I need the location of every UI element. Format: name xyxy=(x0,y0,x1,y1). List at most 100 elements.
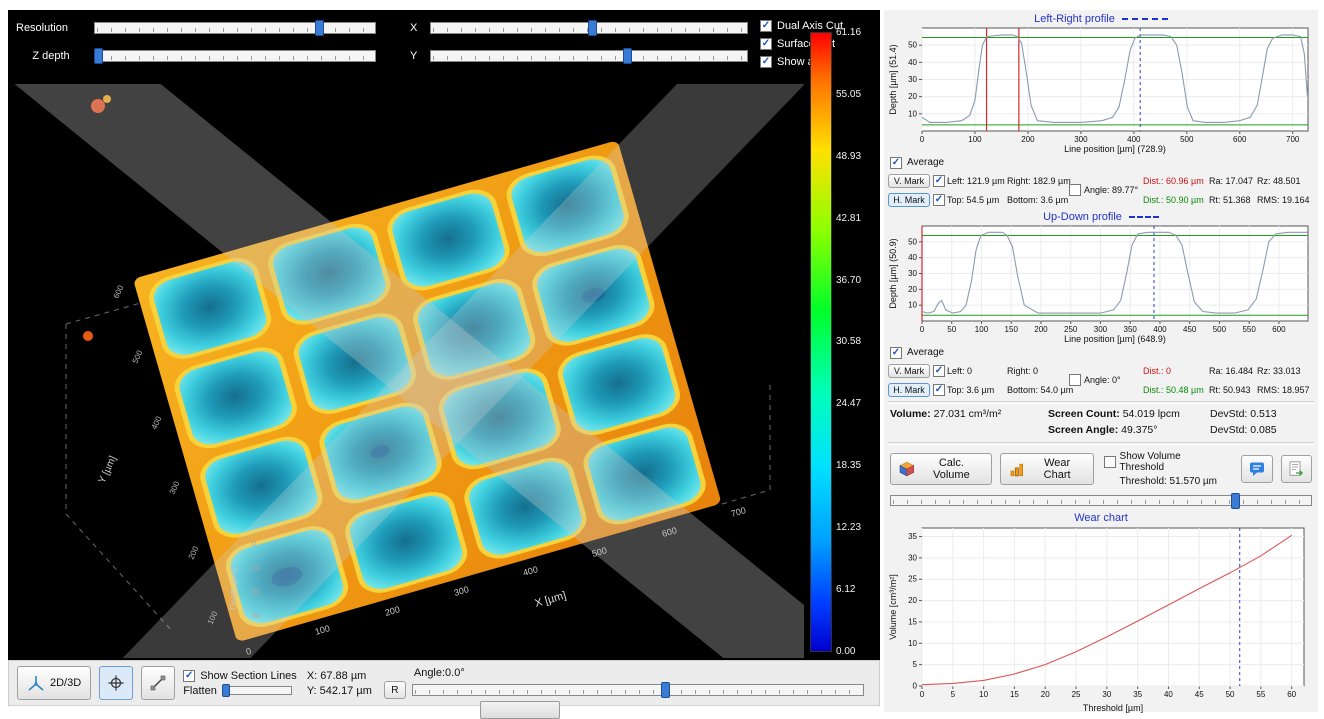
color-gradient xyxy=(810,32,832,652)
wear-chart-button[interactable]: Wear Chart xyxy=(1000,453,1093,485)
volume-label: Volume: xyxy=(890,408,931,420)
y-slider-row: Y xyxy=(410,50,748,62)
h-mark-checkbox[interactable] xyxy=(933,194,945,206)
screen-count-devstd: DevStd: 0.513 xyxy=(1210,408,1312,420)
export-report-button[interactable] xyxy=(1281,455,1312,483)
up-down-profile-chart[interactable]: 0501001502002503003504004505005506001020… xyxy=(888,223,1314,345)
svg-text:50: 50 xyxy=(1226,690,1235,699)
svg-text:200: 200 xyxy=(187,544,201,560)
y-axis-label-3d: Y [µm] xyxy=(97,454,119,485)
svg-text:60: 60 xyxy=(252,611,260,620)
svg-text:300: 300 xyxy=(1074,135,1088,144)
v-mark-button[interactable]: V. Mark xyxy=(888,174,930,188)
rt-value: Rt: 51.368 xyxy=(1209,192,1255,207)
average-checkbox[interactable] xyxy=(890,157,902,169)
v-mark-button[interactable]: V. Mark xyxy=(888,364,930,378)
calc-volume-button[interactable]: Calc. Volume xyxy=(890,453,992,485)
h-mark-checkbox[interactable] xyxy=(933,384,945,396)
flatten-slider[interactable] xyxy=(222,686,292,695)
angle-control-group: Angle:0.0° R xyxy=(384,667,871,699)
depth-axis-label-3d: Depth [µm] xyxy=(228,568,238,610)
slider-handle[interactable] xyxy=(623,48,632,64)
svg-text:500: 500 xyxy=(1213,325,1227,334)
show-volume-threshold-option[interactable]: Show Volume Threshold xyxy=(1104,451,1226,473)
profile2-average-row: Average xyxy=(888,345,1314,360)
svg-text:500: 500 xyxy=(131,348,145,364)
svg-text:100: 100 xyxy=(968,135,982,144)
slider-handle[interactable] xyxy=(315,20,324,36)
svg-text:600: 600 xyxy=(1272,325,1286,334)
zdepth-label: Z depth xyxy=(16,50,86,62)
slider-handle[interactable] xyxy=(588,20,597,36)
zdepth-slider[interactable] xyxy=(94,50,376,62)
slider-ticks xyxy=(97,56,373,60)
wear-chart[interactable]: 05101520253035404550556005101520253035Th… xyxy=(888,524,1314,714)
colorbar-label: 12.23 xyxy=(836,522,861,533)
viewport-3d-stage: Resolution Z depth X Y xyxy=(8,10,880,660)
cropped-button[interactable] xyxy=(480,701,560,719)
surface-hotspot xyxy=(83,331,93,341)
right-mark-value: Right: 0 xyxy=(1007,366,1067,376)
v-mark-checkbox[interactable] xyxy=(933,175,945,187)
screen-angle-devstd: DevStd: 0.085 xyxy=(1210,424,1312,436)
slider-handle[interactable] xyxy=(222,684,230,697)
divider xyxy=(888,401,1314,404)
svg-text:600: 600 xyxy=(112,283,126,299)
svg-text:300: 300 xyxy=(453,584,470,598)
slider-handle[interactable] xyxy=(1231,493,1240,509)
slider-handle[interactable] xyxy=(661,682,670,698)
h-mark-button[interactable]: H. Mark xyxy=(888,193,930,207)
dual-axis-cut-checkbox[interactable] xyxy=(760,20,772,32)
left-right-profile-chart[interactable]: 01002003004005006007001020304050Line pos… xyxy=(888,25,1314,155)
svg-text:Line position [µm] (648.9): Line position [µm] (648.9) xyxy=(1064,334,1166,344)
svg-text:400: 400 xyxy=(522,564,539,578)
threshold-value: Threshold: 51.570 µm xyxy=(1104,476,1226,487)
angle-checkbox[interactable] xyxy=(1069,374,1081,386)
view-2d3d-toggle-button[interactable]: 2D/3D xyxy=(17,666,91,700)
svg-text:700: 700 xyxy=(730,505,747,519)
angle-checkbox[interactable] xyxy=(1069,184,1081,196)
resolution-slider[interactable] xyxy=(94,22,376,34)
cube-icon xyxy=(899,461,915,477)
up-down-profile-title: Up-Down profile xyxy=(888,210,1314,223)
angle-slider[interactable] xyxy=(412,684,864,696)
rz-value: Rz: 48.501 xyxy=(1257,173,1313,188)
show-axes-checkbox[interactable] xyxy=(760,56,772,68)
angle-readout: Angle:0.0° xyxy=(414,667,871,679)
y-position-slider[interactable] xyxy=(430,50,748,62)
svg-text:10: 10 xyxy=(908,639,917,648)
reset-angle-button[interactable]: R xyxy=(384,681,406,699)
screen-count-value: 54.019 lpcm xyxy=(1123,408,1180,420)
show-volume-threshold-checkbox[interactable] xyxy=(1104,456,1116,468)
svg-text:30: 30 xyxy=(1102,690,1111,699)
svg-text:30: 30 xyxy=(908,75,917,84)
ra-value: Ra: 16.484 xyxy=(1209,363,1255,378)
line-section-tool-button[interactable] xyxy=(141,666,175,700)
colorbar-label: 18.35 xyxy=(836,460,861,471)
threshold-slider[interactable] xyxy=(890,495,1312,506)
show-section-lines-checkbox[interactable] xyxy=(183,670,195,682)
svg-text:10: 10 xyxy=(908,301,917,310)
volume-value: 27.031 cm³/m² xyxy=(934,408,1002,420)
bottom-toolbar: 2D/3D Show Section Lines Flatten X: 67.8… xyxy=(8,660,880,706)
colorbar-label: 30.58 xyxy=(836,336,861,347)
show-section-lines-option[interactable]: Show Section Lines xyxy=(183,670,297,682)
slider-handle[interactable] xyxy=(94,48,103,64)
svg-text:150: 150 xyxy=(1005,325,1019,334)
v-mark-checkbox[interactable] xyxy=(933,365,945,377)
x-position-slider[interactable] xyxy=(430,22,748,34)
surface-cut-checkbox[interactable] xyxy=(760,38,772,50)
report-export-icon xyxy=(1287,461,1305,477)
svg-text:Threshold [µm]: Threshold [µm] xyxy=(1083,703,1143,713)
svg-text:20: 20 xyxy=(908,92,917,101)
notes-button[interactable] xyxy=(1241,455,1272,483)
colorbar-label: 6.12 xyxy=(836,584,861,595)
surface-3d-view[interactable]: 0 100 200 300 400 500 600 700 X [µm] 600… xyxy=(8,84,804,658)
slider-ticks xyxy=(415,690,861,694)
dashed-line-legend xyxy=(1129,216,1159,218)
color-scale-bar: 61.16 55.05 48.93 42.81 36.70 30.58 24.4… xyxy=(804,10,880,660)
average-checkbox[interactable] xyxy=(890,347,902,359)
h-mark-button[interactable]: H. Mark xyxy=(888,383,930,397)
crosshair-tool-button[interactable] xyxy=(99,666,133,700)
vertical-distance-value: Dist.: 60.96 µm xyxy=(1143,173,1207,188)
